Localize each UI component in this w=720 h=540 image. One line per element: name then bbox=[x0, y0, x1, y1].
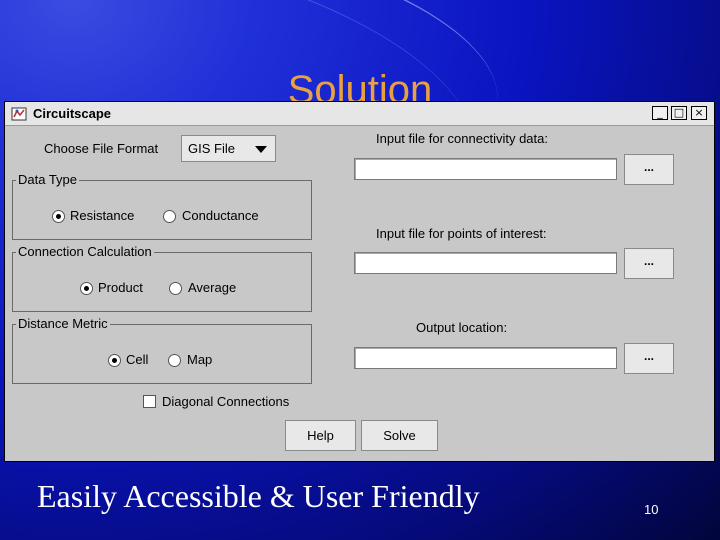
window-titlebar[interactable]: Circuitscape _ □ × bbox=[5, 102, 714, 126]
close-icon: × bbox=[694, 106, 704, 119]
browse-connectivity-button[interactable]: ... bbox=[624, 154, 674, 185]
window-content: Choose File Format GIS File Data Type Re… bbox=[5, 126, 714, 461]
data-type-legend: Data Type bbox=[16, 172, 80, 188]
radio-conductance[interactable] bbox=[163, 210, 176, 223]
connection-calculation-legend: Connection Calculation bbox=[16, 244, 154, 260]
page-number: 10 bbox=[644, 502, 659, 517]
diagonal-connections-checkbox[interactable] bbox=[143, 395, 156, 408]
connection-calculation-group: Connection Calculation Product Average bbox=[12, 244, 312, 312]
maximize-button[interactable]: □ bbox=[671, 106, 687, 120]
diagonal-connections-label[interactable]: Diagonal Connections bbox=[162, 394, 289, 410]
help-button[interactable]: Help bbox=[285, 420, 356, 451]
radio-average-label[interactable]: Average bbox=[188, 280, 236, 296]
distance-metric-group: Distance Metric Cell Map bbox=[12, 316, 312, 384]
input-connectivity-field[interactable] bbox=[354, 158, 617, 180]
radio-resistance[interactable] bbox=[52, 210, 65, 223]
dropdown-arrow-icon bbox=[255, 146, 267, 153]
file-format-select[interactable]: GIS File bbox=[181, 135, 276, 162]
browse-points-button[interactable]: ... bbox=[624, 248, 674, 279]
distance-metric-legend: Distance Metric bbox=[16, 316, 110, 332]
radio-product[interactable] bbox=[80, 282, 93, 295]
data-type-group: Data Type Resistance Conductance bbox=[12, 172, 312, 240]
radio-map-label[interactable]: Map bbox=[187, 352, 212, 368]
close-button[interactable]: × bbox=[691, 106, 707, 120]
radio-cell-label[interactable]: Cell bbox=[126, 352, 148, 368]
solve-button[interactable]: Solve bbox=[361, 420, 438, 451]
radio-average[interactable] bbox=[169, 282, 182, 295]
input-connectivity-label: Input file for connectivity data: bbox=[376, 131, 548, 146]
radio-map[interactable] bbox=[168, 354, 181, 367]
output-location-field[interactable] bbox=[354, 347, 617, 369]
radio-product-label[interactable]: Product bbox=[98, 280, 143, 296]
file-format-value: GIS File bbox=[188, 141, 235, 156]
minimize-button[interactable]: _ bbox=[652, 106, 668, 120]
browse-output-button[interactable]: ... bbox=[624, 343, 674, 374]
radio-cell[interactable] bbox=[108, 354, 121, 367]
slide-subtitle: Easily Accessible & User Friendly bbox=[37, 478, 480, 514]
radio-resistance-label[interactable]: Resistance bbox=[70, 208, 134, 224]
output-location-label: Output location: bbox=[416, 320, 508, 335]
file-format-label: Choose File Format bbox=[44, 141, 159, 156]
input-points-label: Input file for points of interest: bbox=[376, 226, 547, 241]
input-points-field[interactable] bbox=[354, 252, 617, 274]
minimize-icon: _ bbox=[657, 106, 663, 119]
circuitscape-window: Circuitscape _ □ × Choose File Format GI… bbox=[4, 101, 715, 462]
circuitscape-app-icon bbox=[11, 107, 27, 121]
window-title: Circuitscape bbox=[33, 106, 112, 121]
radio-conductance-label[interactable]: Conductance bbox=[182, 208, 259, 224]
maximize-icon: □ bbox=[673, 106, 685, 119]
